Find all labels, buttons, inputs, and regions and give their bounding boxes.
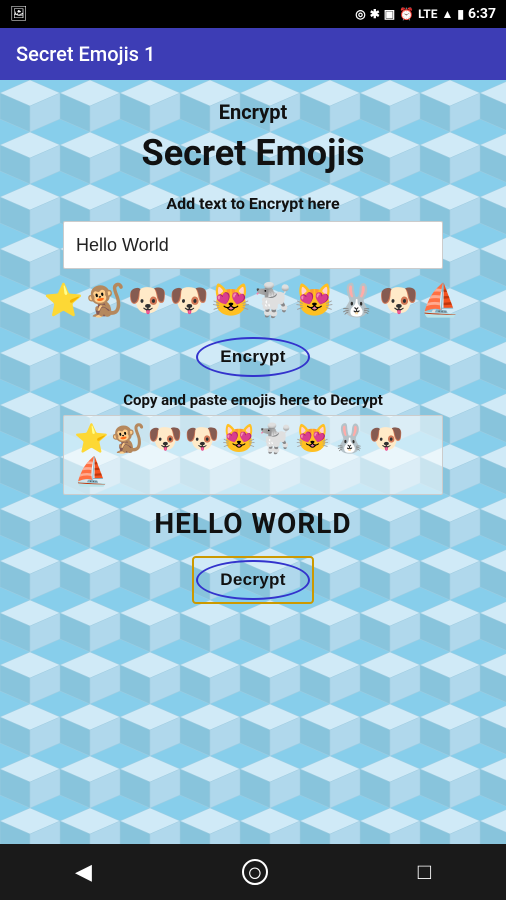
recents-button[interactable]: □ (418, 859, 431, 885)
vibrate-icon: ▣ (384, 7, 395, 21)
time-display: 6:37 (468, 6, 496, 22)
nav-bar: ◀ ○ □ (0, 844, 506, 900)
app-bar: Secret Emojis 1 (0, 28, 506, 80)
main-content: Encrypt Secret Emojis Add text to Encryp… (0, 80, 506, 844)
emoji-paste-box[interactable]: ⭐🐒🐶🐶😻🐩😻🐰🐶⛵ (63, 415, 443, 495)
alarm-icon: ⏰ (399, 7, 414, 21)
decrypt-button[interactable]: Decrypt (196, 560, 309, 600)
status-bar: 🖼 ◎ ✱ ▣ ⏰ LTE ▲ ▮ 6:37 (0, 0, 506, 28)
back-button[interactable]: ◀ (75, 860, 92, 885)
signal-icon: ▲ (441, 7, 453, 21)
emoji-output-row: ⭐🐒🐶🐶😻🐩😻🐰🐶⛵ (16, 281, 490, 325)
add-text-label: Add text to Encrypt here (166, 194, 339, 213)
encrypt-heading: Encrypt (219, 100, 287, 124)
bluetooth-icon: ✱ (370, 7, 380, 21)
location-icon: ◎ (355, 7, 365, 21)
decrypted-output: HELLO WORLD (154, 507, 351, 540)
encrypt-button[interactable]: Encrypt (196, 337, 309, 377)
battery-icon: ▮ (457, 7, 464, 21)
status-left: 🖼 (10, 6, 28, 22)
app-title: Secret Emojis (142, 132, 365, 174)
app-bar-title: Secret Emojis 1 (16, 42, 155, 66)
encrypt-text-input[interactable] (63, 221, 443, 269)
lte-label: LTE (418, 7, 437, 21)
decrypt-paste-label: Copy and paste emojis here to Decrypt (123, 391, 383, 409)
status-right: ◎ ✱ ▣ ⏰ LTE ▲ ▮ 6:37 (355, 6, 496, 22)
content-area: Encrypt Secret Emojis Add text to Encryp… (0, 80, 506, 844)
decrypt-button-wrapper: Decrypt (192, 556, 313, 604)
image-icon: 🖼 (10, 6, 28, 22)
home-button[interactable]: ○ (242, 859, 268, 885)
